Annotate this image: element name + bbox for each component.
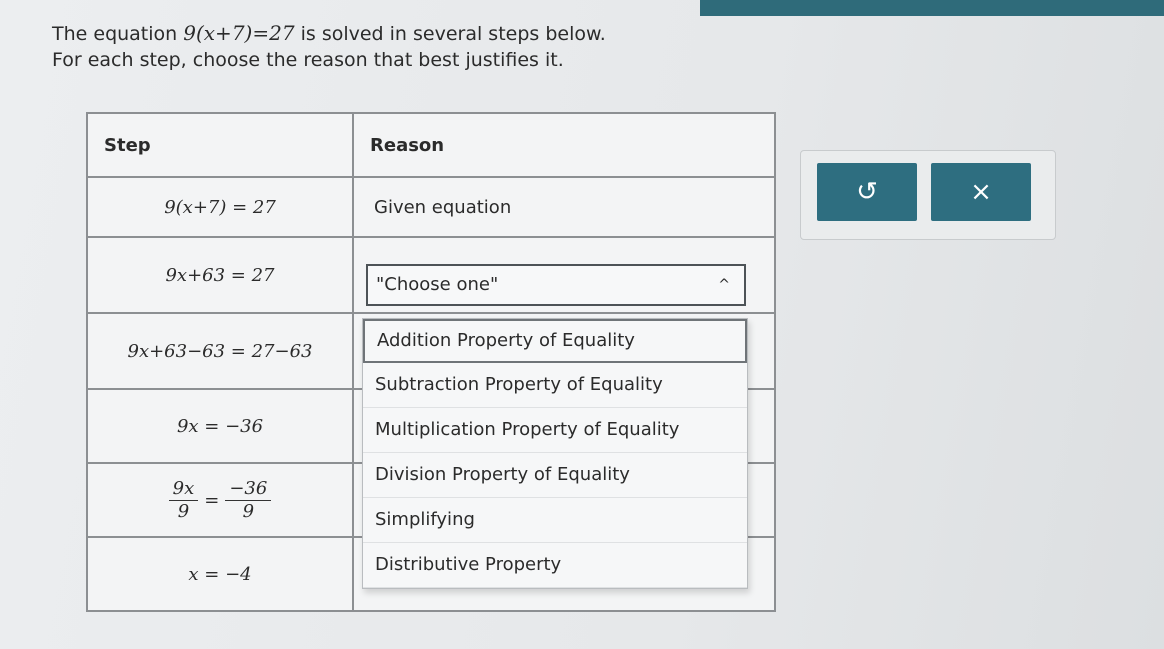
option-multiplication-property[interactable]: Multiplication Property of Equality: [363, 408, 747, 453]
fraction-left: 9x 9: [168, 478, 199, 523]
header-step: Step: [86, 112, 354, 178]
reason-select[interactable]: "Choose one" ^: [366, 264, 746, 306]
table-row: 9(x+7) = 27 Given equation: [86, 176, 776, 238]
table-header-row: Step Reason: [86, 112, 776, 178]
step-cell-fraction: 9x 9 = −36 9: [86, 462, 354, 538]
intro-text-post: is solved in several steps below.: [294, 23, 606, 45]
fraction-right: −36 9: [225, 478, 272, 523]
clear-button[interactable]: ×: [931, 163, 1031, 221]
step-cell: x = −4: [86, 536, 354, 612]
undo-button[interactable]: ↺: [817, 163, 917, 221]
step-cell: 9x = −36: [86, 388, 354, 464]
instructions-line-2: For each step, choose the reason that be…: [52, 49, 564, 71]
option-simplifying[interactable]: Simplifying: [363, 498, 747, 543]
instructions-line-1: The equation 9(x+7)=27 is solved in seve…: [52, 20, 606, 47]
fraction-right-denominator: 9: [242, 500, 255, 522]
option-subtraction-property[interactable]: Subtraction Property of Equality: [363, 363, 747, 408]
intro-text-pre: The equation: [52, 23, 184, 45]
action-button-panel: ↺ ×: [800, 150, 1056, 240]
reason-select-value: "Choose one": [376, 274, 499, 295]
option-distributive-property[interactable]: Distributive Property: [363, 543, 747, 588]
instructions: The equation 9(x+7)=27 is solved in seve…: [52, 20, 606, 73]
fraction-left-numerator: 9x: [168, 478, 199, 501]
fraction-left-denominator: 9: [177, 500, 190, 522]
close-icon: ×: [970, 177, 992, 207]
step-cell: 9x+63−63 = 27−63: [86, 312, 354, 390]
option-addition-property[interactable]: Addition Property of Equality: [363, 319, 747, 363]
top-accent-bar: [700, 0, 1164, 16]
option-division-property[interactable]: Division Property of Equality: [363, 453, 747, 498]
header-reason: Reason: [352, 112, 776, 178]
intro-equation: 9(x+7)=27: [183, 21, 295, 45]
equals-sign: =: [204, 489, 220, 511]
step-cell: 9x+63 = 27: [86, 236, 354, 314]
reason-cell: Given equation: [352, 176, 776, 238]
chevron-up-icon: ^: [718, 277, 730, 293]
undo-icon: ↺: [856, 177, 878, 207]
fraction-right-numerator: −36: [225, 478, 272, 501]
reason-dropdown-menu: Addition Property of Equality Subtractio…: [362, 318, 748, 589]
step-cell: 9(x+7) = 27: [86, 176, 354, 238]
